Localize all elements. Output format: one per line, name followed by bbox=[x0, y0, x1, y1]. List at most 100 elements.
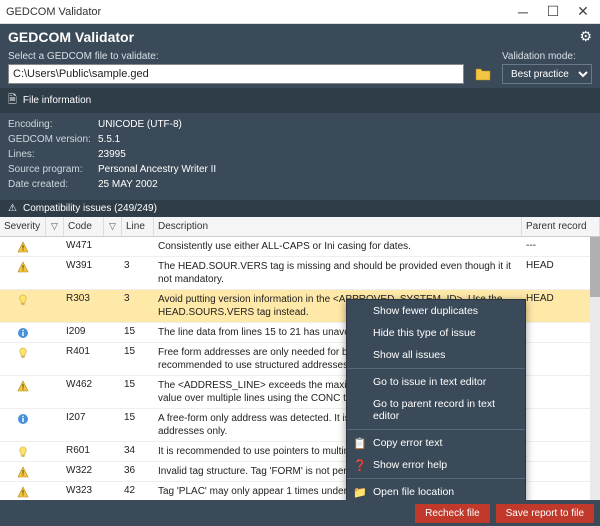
file-path-input[interactable] bbox=[8, 64, 464, 84]
col-description[interactable]: Description bbox=[154, 217, 522, 236]
window-title: GEDCOM Validator bbox=[6, 6, 508, 18]
info-row: GEDCOM version:5.5.1 bbox=[8, 132, 592, 147]
info-value: Personal Ancestry Writer II bbox=[98, 162, 216, 177]
table-row[interactable]: W3913The HEAD.SOUR.VERS tag is missing a… bbox=[0, 257, 600, 290]
cell-severity bbox=[0, 485, 46, 498]
warning-triangle-icon bbox=[17, 241, 29, 253]
warning-triangle-icon bbox=[17, 486, 29, 498]
info-key: Date created: bbox=[8, 177, 98, 192]
cell-code: R601 bbox=[64, 445, 104, 456]
context-menu-item-label: Show error help bbox=[373, 459, 447, 471]
col-severity[interactable]: Severity bbox=[0, 217, 46, 236]
lightbulb-icon bbox=[17, 446, 29, 458]
info-key: Encoding: bbox=[8, 117, 98, 132]
file-info-block: Encoding:UNICODE (UTF-8)GEDCOM version:5… bbox=[0, 113, 600, 200]
context-menu-item[interactable]: 📋 Copy error text bbox=[347, 432, 525, 454]
lightbulb-icon bbox=[17, 347, 29, 359]
validation-mode-label: Validation mode: bbox=[502, 51, 592, 62]
app-header: GEDCOM Validator ⚙ Select a GEDCOM file … bbox=[0, 24, 600, 217]
col-code-filter[interactable]: ▽ bbox=[104, 217, 122, 236]
file-info-section-header[interactable]: 🗎 File information bbox=[0, 88, 600, 113]
info-key: Lines: bbox=[8, 147, 98, 162]
cell-code: I209 bbox=[64, 326, 104, 337]
cell-line: 15 bbox=[122, 346, 154, 357]
context-menu-item[interactable]: Show fewer duplicates bbox=[347, 300, 525, 322]
col-code[interactable]: Code bbox=[64, 217, 104, 236]
issues-section-header[interactable]: ⚠ Compatibility issues (249/249) bbox=[0, 200, 600, 217]
banner: GEDCOM Validator ⚙ bbox=[0, 24, 600, 49]
save-report-button[interactable]: Save report to file bbox=[496, 504, 594, 523]
cell-severity bbox=[0, 379, 46, 392]
validation-mode-select[interactable]: Best practice bbox=[502, 64, 592, 84]
cell-line: 3 bbox=[122, 293, 154, 304]
context-menu-item[interactable]: Go to parent record in text editor bbox=[347, 393, 525, 427]
info-row: Lines:23995 bbox=[8, 147, 592, 162]
recheck-button[interactable]: Recheck file bbox=[415, 504, 489, 523]
context-menu-item[interactable]: Go to issue in text editor bbox=[347, 371, 525, 393]
minimize-button[interactable]: ─ bbox=[508, 0, 538, 24]
maximize-button[interactable]: ☐ bbox=[538, 0, 568, 24]
file-select-row: Select a GEDCOM file to validate: Valida… bbox=[0, 49, 600, 88]
cell-severity bbox=[0, 240, 46, 253]
cell-description: The HEAD.SOUR.VERS tag is missing and sh… bbox=[154, 260, 522, 286]
info-value: UNICODE (UTF-8) bbox=[98, 117, 182, 132]
warning-triangle-icon bbox=[17, 380, 29, 392]
context-menu-item-label: Show fewer duplicates bbox=[373, 305, 478, 317]
cell-code: R303 bbox=[64, 293, 104, 304]
cell-code: R401 bbox=[64, 346, 104, 357]
info-circle-icon bbox=[17, 327, 29, 339]
cell-line: 42 bbox=[122, 485, 154, 496]
info-key: Source program: bbox=[8, 162, 98, 177]
info-key: GEDCOM version: bbox=[8, 132, 98, 147]
settings-gear-icon[interactable]: ⚙ bbox=[579, 28, 592, 45]
col-severity-filter[interactable]: ▽ bbox=[46, 217, 64, 236]
info-circle-icon bbox=[17, 413, 29, 425]
issues-table: Severity ▽ Code ▽ Line Description Paren… bbox=[0, 217, 600, 500]
cell-description: Consistently use either ALL-CAPS or Ini … bbox=[154, 240, 522, 253]
window-titlebar: GEDCOM Validator ─ ☐ ✕ bbox=[0, 0, 600, 24]
file-info-title: File information bbox=[23, 95, 91, 106]
cell-code: W322 bbox=[64, 465, 104, 476]
context-menu-item[interactable]: Hide this type of issue bbox=[347, 322, 525, 344]
cell-severity bbox=[0, 445, 46, 458]
document-icon: 🗎 bbox=[8, 91, 17, 110]
context-menu-item-icon: ❓ bbox=[353, 459, 367, 472]
info-value: 25 MAY 2002 bbox=[98, 177, 158, 192]
cell-severity bbox=[0, 293, 46, 306]
context-menu-item[interactable]: ❓ Show error help bbox=[347, 454, 525, 476]
info-value: 23995 bbox=[98, 147, 126, 162]
cell-parent: HEAD bbox=[522, 260, 600, 271]
cell-code: W462 bbox=[64, 379, 104, 390]
cell-severity bbox=[0, 465, 46, 478]
context-menu-item[interactable]: Show all issues bbox=[347, 344, 525, 366]
info-row: Date created:25 MAY 2002 bbox=[8, 177, 592, 192]
context-menu-item-icon: 📋 bbox=[353, 437, 367, 450]
col-line[interactable]: Line bbox=[122, 217, 154, 236]
cell-line: 15 bbox=[122, 326, 154, 337]
cell-line: 15 bbox=[122, 379, 154, 390]
table-row[interactable]: W471Consistently use either ALL-CAPS or … bbox=[0, 237, 600, 257]
context-menu-separator bbox=[347, 478, 525, 479]
info-row: Encoding:UNICODE (UTF-8) bbox=[8, 117, 592, 132]
cell-code: W391 bbox=[64, 260, 104, 271]
context-menu-item-icon: 📁 bbox=[353, 486, 367, 499]
context-menu-item-label: Go to issue in text editor bbox=[373, 376, 486, 388]
scrollbar-thumb[interactable] bbox=[590, 237, 600, 297]
warning-triangle-icon bbox=[17, 261, 29, 273]
context-menu-item-label: Go to parent record in text editor bbox=[373, 398, 515, 422]
cell-code: W323 bbox=[64, 485, 104, 496]
cell-severity bbox=[0, 326, 46, 339]
browse-folder-button[interactable] bbox=[472, 64, 494, 84]
cell-parent: HEAD bbox=[522, 293, 600, 304]
col-parent[interactable]: Parent record bbox=[522, 217, 600, 236]
context-menu-item-label: Open file location bbox=[373, 486, 454, 498]
cell-severity bbox=[0, 260, 46, 273]
app-title: GEDCOM Validator bbox=[8, 29, 579, 45]
cell-code: I207 bbox=[64, 412, 104, 423]
cell-line: 34 bbox=[122, 445, 154, 456]
close-button[interactable]: ✕ bbox=[568, 0, 598, 24]
folder-icon bbox=[475, 67, 491, 81]
context-menu-item-label: Copy error text bbox=[373, 437, 442, 449]
context-menu-item[interactable]: 📁 Open file location bbox=[347, 481, 525, 500]
footer: Recheck file Save report to file bbox=[0, 500, 600, 526]
